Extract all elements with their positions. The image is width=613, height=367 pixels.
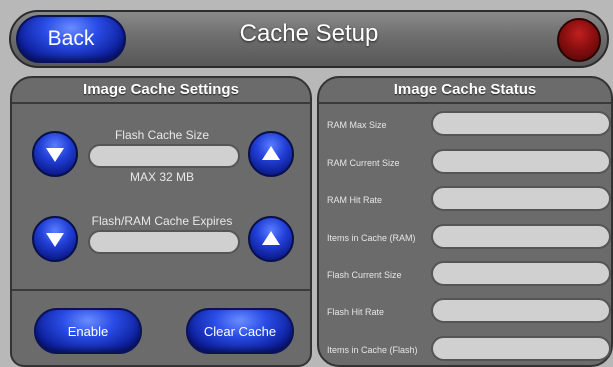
status-label-flash-current-size: Flash Current Size — [327, 270, 402, 280]
status-field-items-in-cache-flash — [431, 336, 611, 361]
status-field-ram-hit-rate — [431, 186, 611, 211]
status-field-ram-current-size — [431, 149, 611, 174]
flash-cache-size-field[interactable] — [88, 144, 240, 168]
cache-expires-label: Flash/RAM Cache Expires — [91, 214, 233, 228]
flash-cache-size-label: Flash Cache Size — [114, 128, 210, 142]
status-label-items-in-cache-flash: Items in Cache (Flash) — [327, 345, 418, 355]
flash-cache-size-decrease-button[interactable] — [32, 131, 78, 177]
cache-expires-field[interactable] — [88, 230, 240, 254]
image-cache-settings-panel: Image Cache Settings Flash Cache Size MA… — [10, 76, 312, 367]
status-field-flash-hit-rate — [431, 298, 611, 323]
max-size-note: MAX 32 MB — [129, 170, 195, 184]
clear-cache-button[interactable]: Clear Cache — [186, 308, 294, 354]
down-triangle-icon — [46, 148, 64, 162]
image-cache-status-panel: Image Cache Status RAM Max Size RAM Curr… — [317, 76, 613, 367]
down-triangle-icon — [46, 233, 64, 247]
up-triangle-icon — [262, 146, 280, 160]
status-label-flash-hit-rate: Flash Hit Rate — [327, 307, 385, 317]
panel-divider — [12, 289, 310, 291]
status-field-flash-current-size — [431, 261, 611, 286]
up-triangle-icon — [262, 231, 280, 245]
status-light-icon — [557, 18, 601, 62]
flash-cache-size-increase-button[interactable] — [248, 131, 294, 177]
status-field-items-in-cache-ram — [431, 224, 611, 249]
status-label-items-in-cache-ram: Items in Cache (RAM) — [327, 233, 416, 243]
status-field-ram-max-size — [431, 111, 611, 136]
enable-button[interactable]: Enable — [34, 308, 142, 354]
status-label-ram-hit-rate: RAM Hit Rate — [327, 195, 383, 205]
cache-expires-decrease-button[interactable] — [32, 216, 78, 262]
cache-setup-screen: Back Cache Setup Image Cache Settings Fl… — [0, 0, 613, 367]
panel-title-status: Image Cache Status — [319, 78, 611, 104]
status-label-ram-current-size: RAM Current Size — [327, 158, 400, 168]
header-bar: Back Cache Setup — [9, 10, 609, 68]
status-label-ram-max-size: RAM Max Size — [327, 120, 387, 130]
cache-expires-increase-button[interactable] — [248, 216, 294, 262]
page-title: Cache Setup — [239, 20, 379, 47]
panel-title-settings: Image Cache Settings — [12, 78, 310, 104]
